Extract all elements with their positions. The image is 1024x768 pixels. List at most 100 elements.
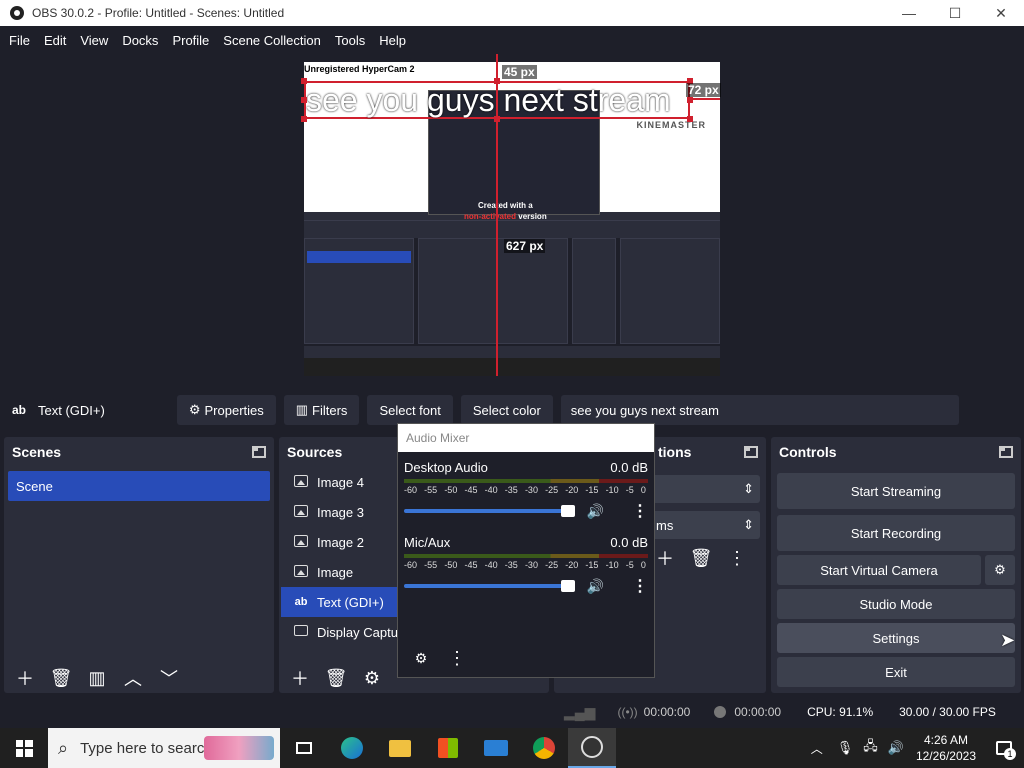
- menu-help[interactable]: Help: [372, 33, 413, 48]
- microphone-icon[interactable]: 🎙: [837, 740, 854, 756]
- gears-icon: ⚙: [414, 649, 428, 666]
- edge-icon[interactable]: [328, 728, 376, 768]
- kebab-icon[interactable]: ⋮: [632, 576, 648, 596]
- window-title: OBS 30.0.2 - Profile: Untitled - Scenes:…: [32, 6, 285, 20]
- fps-readout: 30.00 / 30.00 FPS: [899, 705, 996, 719]
- resize-handle[interactable]: [301, 116, 307, 122]
- menu-scene-collection[interactable]: Scene Collection: [216, 33, 328, 48]
- kebab-icon[interactable]: ⋮: [632, 501, 648, 521]
- exit-button[interactable]: Exit: [777, 657, 1015, 687]
- remove-source-button[interactable]: 🗑: [321, 665, 351, 691]
- image-icon: [294, 564, 308, 577]
- store-icon[interactable]: [424, 728, 472, 768]
- preview-area[interactable]: Unregistered HyperCam 2 KINEMASTER Creat…: [0, 54, 1024, 390]
- menu-file[interactable]: File: [2, 33, 37, 48]
- nested-docks: [304, 238, 720, 346]
- menu-edit[interactable]: Edit: [37, 33, 73, 48]
- windows-taskbar: ⌕ Type here to search ︿ 🎙 🖧 🔊 4:26 AM 12…: [0, 728, 1024, 768]
- chrome-icon[interactable]: [520, 728, 568, 768]
- properties-button[interactable]: ⚙ Properties: [176, 395, 276, 425]
- chevron-up-icon: ︿: [124, 669, 142, 689]
- volume-slider[interactable]: [404, 505, 575, 517]
- remove-scene-button[interactable]: 🗑: [46, 665, 76, 691]
- trash-icon: 🗑: [324, 667, 348, 688]
- move-scene-down-button[interactable]: ﹀: [154, 665, 184, 691]
- distance-label-top: 45 px: [502, 65, 537, 79]
- mixer-menu-button[interactable]: ⋮: [442, 645, 472, 671]
- filter-icon: ▥: [295, 402, 309, 417]
- start-recording-button[interactable]: Start Recording: [777, 515, 1015, 551]
- filters-button[interactable]: ▥ Filters: [283, 395, 360, 425]
- undock-icon[interactable]: [744, 446, 758, 458]
- record-icon: [714, 706, 727, 718]
- text-value-field[interactable]: see you guys next stream: [560, 395, 959, 425]
- menu-view[interactable]: View: [73, 33, 115, 48]
- start-streaming-button[interactable]: Start Streaming: [777, 473, 1015, 509]
- select-color-button[interactable]: Select color: [460, 395, 553, 425]
- task-view-icon[interactable]: [280, 728, 328, 768]
- nested-taskbar: [304, 358, 720, 376]
- remove-transition-button[interactable]: 🗑: [686, 545, 716, 571]
- taskbar-search-box[interactable]: ⌕ Type here to search: [48, 728, 280, 768]
- resize-handle[interactable]: [687, 116, 693, 122]
- taskbar-clock[interactable]: 4:26 AM 12/26/2023: [916, 732, 976, 764]
- obs-taskbar-icon[interactable]: [568, 728, 616, 768]
- text-icon: ab: [294, 596, 308, 608]
- settings-button[interactable]: Settings: [777, 623, 1015, 653]
- hypercam-watermark: Unregistered HyperCam 2: [304, 64, 415, 74]
- distance-label-bottom: 627 px: [504, 239, 546, 253]
- channel-db: 0.0 dB: [610, 535, 648, 550]
- scene-filters-button[interactable]: ▥: [82, 665, 112, 691]
- advanced-audio-settings-button[interactable]: ⚙: [406, 645, 436, 671]
- chevron-down-icon: ﹀: [160, 669, 178, 689]
- resize-handle[interactable]: [494, 78, 500, 84]
- select-font-button[interactable]: Select font: [367, 395, 453, 425]
- notification-icon[interactable]: 1: [984, 728, 1024, 768]
- close-button[interactable]: ✕: [978, 0, 1024, 26]
- notification-count: 1: [1004, 748, 1016, 760]
- search-placeholder: Type here to search: [80, 739, 213, 757]
- minimize-button[interactable]: —: [886, 0, 932, 26]
- maximize-button[interactable]: ☐: [932, 0, 978, 26]
- volume-slider[interactable]: [404, 580, 575, 592]
- undock-icon[interactable]: [999, 446, 1013, 458]
- image-icon: [294, 534, 308, 547]
- speaker-icon[interactable]: 🔊: [587, 578, 604, 595]
- resize-handle[interactable]: [301, 97, 307, 103]
- resize-handle[interactable]: [494, 116, 500, 122]
- channel-name: Mic/Aux: [404, 535, 451, 550]
- network-icon[interactable]: 🖧: [863, 737, 878, 759]
- add-scene-button[interactable]: ＋: [10, 665, 40, 691]
- studio-mode-button[interactable]: Studio Mode: [777, 589, 1015, 619]
- menu-docks[interactable]: Docks: [115, 33, 165, 48]
- updown-arrow-icon: ⇕: [743, 481, 754, 496]
- cpu-usage: CPU: 91.1%: [807, 705, 874, 719]
- menu-tools[interactable]: Tools: [328, 33, 372, 48]
- resize-handle[interactable]: [687, 97, 693, 103]
- file-explorer-icon[interactable]: [376, 728, 424, 768]
- text-source-icon: ab: [12, 403, 27, 417]
- move-scene-up-button[interactable]: ︿: [118, 665, 148, 691]
- start-virtual-camera-button[interactable]: Start Virtual Camera: [777, 555, 981, 585]
- start-button[interactable]: [0, 728, 48, 768]
- add-source-button[interactable]: ＋: [285, 665, 315, 691]
- gear-icon: ⚙: [363, 667, 381, 688]
- audio-mixer-title: Audio Mixer: [398, 424, 654, 452]
- speaker-icon[interactable]: 🔊: [587, 503, 604, 520]
- chevron-up-icon[interactable]: ︿: [811, 740, 823, 757]
- menu-profile[interactable]: Profile: [165, 33, 216, 48]
- source-properties-button[interactable]: ⚙: [357, 665, 387, 691]
- selected-text-source[interactable]: see you guys next stream: [304, 81, 690, 119]
- volume-icon[interactable]: 🔊: [888, 740, 904, 756]
- mail-icon[interactable]: [472, 728, 520, 768]
- transition-menu-button[interactable]: ⋮: [722, 545, 752, 571]
- distance-label-right: 72 px: [686, 83, 721, 97]
- clock-date: 12/26/2023: [915, 749, 976, 763]
- image-icon: [294, 504, 308, 517]
- channel-name: Desktop Audio: [404, 460, 488, 475]
- undock-icon[interactable]: [252, 446, 266, 458]
- scene-item[interactable]: Scene: [8, 471, 270, 501]
- resize-handle[interactable]: [301, 78, 307, 84]
- window-titlebar: OBS 30.0.2 - Profile: Untitled - Scenes:…: [0, 0, 1024, 26]
- virtual-camera-settings-button[interactable]: ⚙: [985, 555, 1015, 585]
